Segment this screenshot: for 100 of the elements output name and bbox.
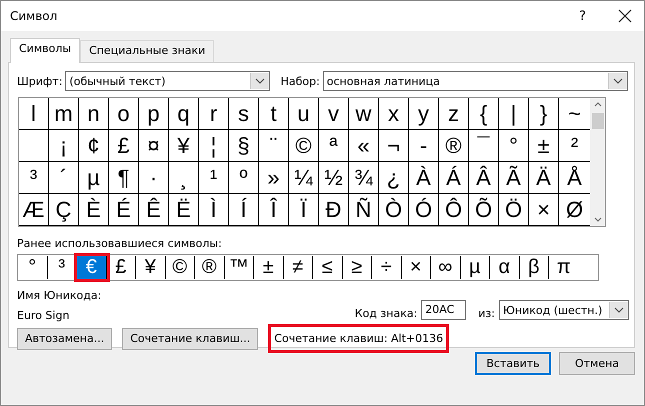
symbol-cell[interactable]: Ô: [439, 194, 469, 225]
symbol-cell[interactable]: β: [520, 256, 549, 279]
symbol-cell[interactable]: À: [409, 162, 439, 193]
symbol-cell[interactable]: x: [379, 98, 409, 129]
symbol-cell[interactable]: }: [529, 98, 559, 129]
symbol-cell[interactable]: o: [109, 98, 139, 129]
symbol-cell[interactable]: ½: [319, 162, 349, 193]
symbol-cell[interactable]: ª: [319, 130, 349, 161]
symbol-cell[interactable]: p: [139, 98, 169, 129]
scroll-thumb[interactable]: [592, 113, 604, 129]
scroll-up-icon[interactable]: [594, 102, 602, 107]
symbol-cell[interactable]: Ç: [49, 194, 79, 225]
symbol-cell[interactable]: u: [289, 98, 319, 129]
symbol-cell[interactable]: «: [349, 130, 379, 161]
symbol-cell[interactable]: t: [259, 98, 289, 129]
dialog-button[interactable]: Автозамена...: [17, 328, 112, 350]
symbol-cell[interactable]: ³: [19, 162, 49, 193]
symbol-cell[interactable]: §: [229, 130, 259, 161]
symbol-cell[interactable]: ¤: [139, 130, 169, 161]
symbol-cell[interactable]: ≤: [313, 256, 342, 279]
symbol-cell[interactable]: É: [109, 194, 139, 225]
symbol-cell[interactable]: Ó: [409, 194, 439, 225]
symbol-cell[interactable]: -: [409, 130, 439, 161]
scrollbar[interactable]: [590, 98, 605, 226]
symbol-cell[interactable]: ¿: [379, 162, 409, 193]
symbol-cell[interactable]: q: [169, 98, 199, 129]
symbol-cell[interactable]: µ: [460, 256, 490, 279]
symbol-cell[interactable]: Ë: [169, 194, 199, 225]
dialog-button[interactable]: Вставить: [475, 352, 551, 375]
symbol-cell[interactable]: ·: [139, 162, 169, 193]
symbol-cell[interactable]: ®: [439, 130, 469, 161]
symbol-cell[interactable]: ≠: [284, 256, 313, 279]
symbol-cell[interactable]: |: [499, 98, 529, 129]
symbol-cell[interactable]: ¾: [349, 162, 379, 193]
symbol-cell[interactable]: ¡: [49, 130, 79, 161]
symbol-cell[interactable]: ¬: [379, 130, 409, 161]
symbol-cell[interactable]: È: [79, 194, 109, 225]
subset-dropdown[interactable]: основная латиница: [322, 71, 628, 91]
help-button[interactable]: ?: [579, 8, 586, 24]
symbol-cell[interactable]: Ï: [289, 194, 319, 225]
symbol-cell[interactable]: ¥: [136, 256, 166, 279]
symbol-cell[interactable]: Ò: [379, 194, 409, 225]
symbol-cell[interactable]: ÷: [372, 256, 402, 279]
symbol-cell[interactable]: Ì: [199, 194, 229, 225]
symbol-cell[interactable]: α: [490, 256, 520, 279]
dialog-button[interactable]: Отмена: [559, 352, 635, 375]
symbol-cell[interactable]: Ð: [319, 194, 349, 225]
tab[interactable]: Символы: [10, 38, 80, 63]
scroll-down-icon[interactable]: [594, 217, 602, 222]
symbol-cell[interactable]: z: [439, 98, 469, 129]
symbol-cell[interactable]: Î: [259, 194, 289, 225]
symbol-cell[interactable]: ≥: [342, 256, 372, 279]
symbol-cell[interactable]: ±: [529, 130, 559, 161]
symbol-cell[interactable]: ×: [529, 194, 559, 225]
symbol-cell[interactable]: Ã: [499, 162, 529, 193]
symbol-cell[interactable]: ~: [559, 98, 590, 129]
symbol-cell[interactable]: Å: [559, 162, 590, 193]
symbol-cell[interactable]: π: [549, 256, 578, 279]
symbol-cell[interactable]: v: [319, 98, 349, 129]
symbol-cell[interactable]: Ø: [559, 194, 590, 225]
symbol-cell[interactable]: ²: [559, 130, 590, 161]
symbol-cell[interactable]: n: [79, 98, 109, 129]
symbol-cell[interactable]: ¸: [169, 162, 199, 193]
symbol-cell[interactable]: r: [199, 98, 229, 129]
symbol-cell[interactable]: µ: [79, 162, 109, 193]
symbol-cell[interactable]: l: [19, 98, 49, 129]
symbol-cell[interactable]: ¨: [259, 130, 289, 161]
symbol-cell[interactable]: ∞: [431, 256, 460, 279]
symbol-cell[interactable]: Ê: [139, 194, 169, 225]
char-code-field[interactable]: 20AC: [421, 300, 466, 320]
symbol-cell[interactable]: Õ: [469, 194, 499, 225]
symbol-cell[interactable]: °: [18, 256, 48, 279]
symbol-cell[interactable]: ¶: [109, 162, 139, 193]
font-dropdown[interactable]: (обычный текст): [65, 71, 270, 91]
encoding-dropdown[interactable]: Юникод (шестн.): [499, 300, 629, 320]
symbol-cell[interactable]: Á: [439, 162, 469, 193]
symbol-cell[interactable]: Í: [229, 194, 259, 225]
symbol-cell[interactable]: m: [49, 98, 79, 129]
symbol-cell[interactable]: ©: [166, 256, 195, 279]
symbol-cell[interactable]: {: [469, 98, 499, 129]
symbol-cell[interactable]: y: [409, 98, 439, 129]
symbol-cell[interactable]: Æ: [19, 194, 49, 225]
symbol-cell[interactable]: w: [349, 98, 379, 129]
symbol-cell[interactable]: ´: [49, 162, 79, 193]
symbol-cell[interactable]: Ö: [499, 194, 529, 225]
symbol-cell[interactable]: ¯: [469, 130, 499, 161]
symbol-cell[interactable]: £: [106, 256, 136, 279]
close-icon[interactable]: [618, 9, 632, 23]
symbol-cell[interactable]: º: [229, 162, 259, 193]
symbol-cell[interactable]: »: [259, 162, 289, 193]
symbol-cell[interactable]: Ñ: [349, 194, 379, 225]
symbol-cell[interactable]: ¹: [199, 162, 229, 193]
symbol-cell[interactable]: ©: [289, 130, 319, 161]
symbol-cell[interactable]: ¥: [169, 130, 199, 161]
symbol-cell[interactable]: ¦: [199, 130, 229, 161]
symbol-cell[interactable]: °: [499, 130, 529, 161]
tab[interactable]: Специальные знаки: [80, 40, 214, 62]
symbol-cell[interactable]: ±: [254, 256, 284, 279]
symbol-cell[interactable]: ™: [224, 256, 254, 279]
symbol-cell[interactable]: ×: [402, 256, 431, 279]
